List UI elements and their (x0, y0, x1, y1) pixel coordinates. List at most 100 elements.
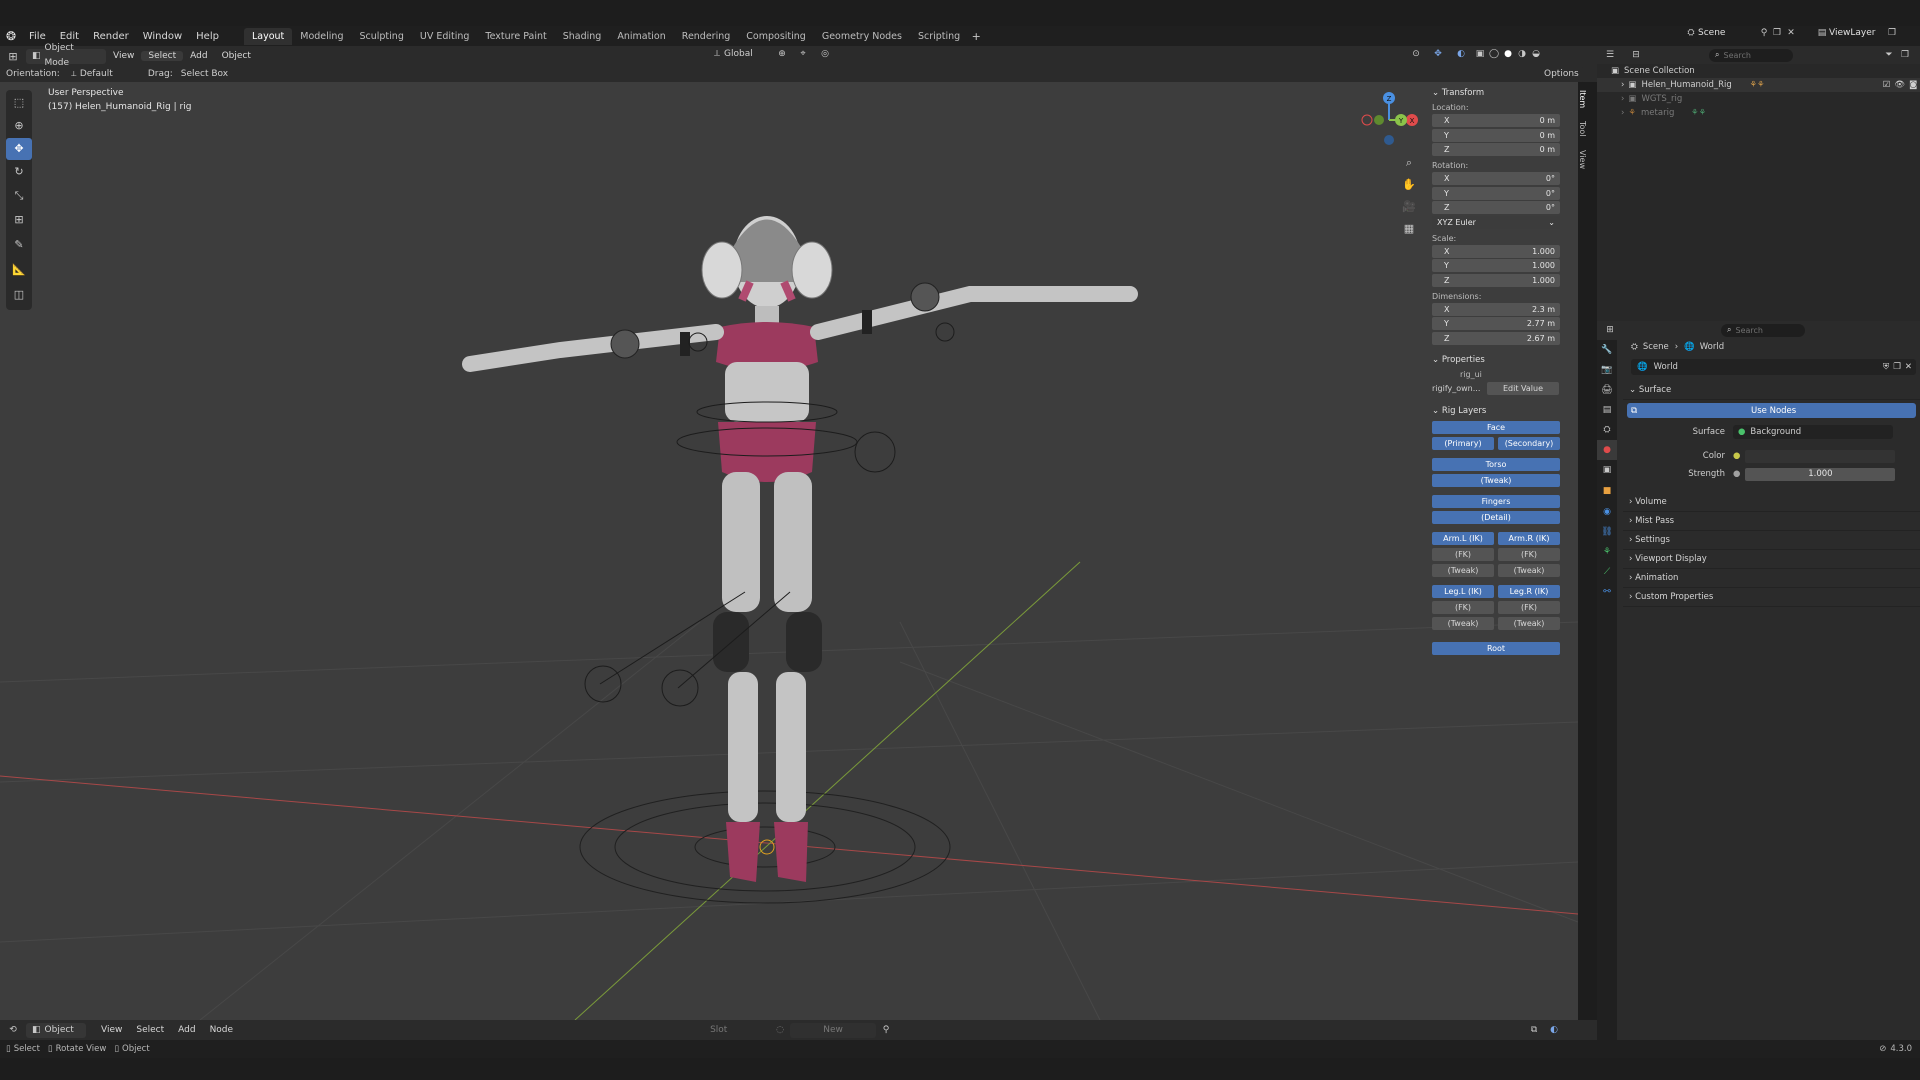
outliner-row-helen-rig[interactable]: › ▣ Helen_Humanoid_Rig ⚘⚘ ☑ 👁 ◙ (1597, 78, 1920, 92)
add-cube-tool-icon[interactable]: ◫ (6, 282, 32, 308)
output-tab-icon[interactable]: 🖨 (1597, 380, 1617, 400)
tool-tab-icon[interactable]: 🔧 (1597, 340, 1617, 360)
blender-logo-icon[interactable]: ❂ (0, 29, 22, 43)
collection-tab-icon[interactable]: ▣ (1597, 460, 1617, 480)
overlay-icon[interactable]: ◐ (1544, 1025, 1564, 1035)
color-swatch[interactable] (1745, 449, 1896, 463)
viewport-menu-object[interactable]: Object (215, 51, 258, 61)
object-tab-icon[interactable]: ■ (1597, 480, 1617, 502)
render-tab-icon[interactable]: 📷 (1597, 360, 1617, 380)
bottom-menu-select[interactable]: Select (129, 1025, 171, 1035)
bone-constraints-tab-icon[interactable]: ⚯ (1597, 582, 1617, 602)
face-layer-button[interactable]: Face (1432, 420, 1560, 434)
scale-tool-icon[interactable]: ⤡ (6, 184, 32, 208)
properties-search[interactable]: ⌕ Search (1721, 323, 1805, 337)
tab-item[interactable]: Item (1578, 84, 1587, 114)
rotation-y-field[interactable]: Y 0° (1432, 186, 1560, 200)
cursor-tool-icon[interactable]: ⊕ (6, 114, 32, 138)
rotation-mode-dropdown[interactable]: XYZ Euler ⌄ (1432, 215, 1560, 229)
armature-data-tab-icon[interactable]: ⚘ (1597, 542, 1617, 562)
tab-scripting[interactable]: Scripting (910, 28, 968, 45)
surface-shader-field[interactable]: ● Background (1733, 425, 1893, 439)
menu-help[interactable]: Help (189, 31, 226, 42)
filter-icon[interactable]: ⏷ (1881, 50, 1897, 60)
proportional-edit-icon[interactable]: ◎ (814, 49, 836, 59)
torso-tweak-button[interactable]: (Tweak) (1432, 473, 1560, 487)
arm-r-tweak-button[interactable]: (Tweak) (1498, 563, 1560, 577)
viewport-menu-view[interactable]: View (106, 51, 141, 61)
torso-layer-button[interactable]: Torso (1432, 457, 1560, 471)
menu-window[interactable]: Window (136, 31, 189, 42)
gizmo-toggle-icon[interactable]: ✥ (1427, 49, 1449, 59)
arm-l-fk-button[interactable]: (FK) (1432, 547, 1494, 561)
measure-tool-icon[interactable]: 📐 (6, 258, 32, 282)
tab-geometry-nodes[interactable]: Geometry Nodes (814, 28, 910, 45)
leg-l-tweak-button[interactable]: (Tweak) (1432, 616, 1494, 630)
rendered-shading-icon[interactable]: ◒ (1529, 49, 1543, 59)
eye-icon[interactable]: 👁 (1894, 80, 1905, 90)
rotation-z-field[interactable]: Z 0° (1432, 201, 1560, 214)
pan-hand-icon[interactable]: ✋ (1398, 174, 1420, 196)
visibility-icon[interactable]: ⊙ (1405, 49, 1427, 59)
properties-panel-header[interactable]: ⌄ Properties (1432, 353, 1572, 368)
bottom-menu-add[interactable]: Add (171, 1025, 202, 1035)
editor-type-icon[interactable]: ⊞ (0, 50, 26, 63)
move-tool-icon[interactable]: ✥ (6, 138, 32, 160)
camera-view-icon[interactable]: 🎥 (1398, 196, 1420, 218)
tab-sculpting[interactable]: Sculpting (351, 28, 411, 45)
viewport-menu-add[interactable]: Add (183, 51, 214, 61)
scene-tab-icon[interactable]: ⛭ (1597, 420, 1617, 440)
shader-type-dropdown[interactable]: ◧ Object (26, 1022, 86, 1038)
xray-icon[interactable]: ▣ (1473, 49, 1487, 59)
leg-r-fk-button[interactable]: (FK) (1498, 600, 1560, 614)
menu-file[interactable]: File (22, 31, 53, 42)
face-primary-button[interactable]: (Primary) (1432, 436, 1494, 450)
mode-dropdown[interactable]: ◧ Object Mode (26, 43, 106, 68)
annotate-tool-icon[interactable]: ✎ (6, 232, 32, 258)
viewport-menu-select[interactable]: Select (141, 51, 184, 61)
outliner-row-wgts-rig[interactable]: › ▣ WGTS_rig (1597, 92, 1920, 106)
tab-rendering[interactable]: Rendering (674, 28, 739, 45)
face-secondary-button[interactable]: (Secondary) (1498, 436, 1560, 450)
display-mode-icon[interactable]: ⊟ (1623, 50, 1649, 60)
drag-dropdown[interactable]: Select Box (181, 69, 241, 79)
fake-user-icon[interactable]: ⛨ (1883, 362, 1889, 372)
new-collection-icon[interactable]: ❐ (1897, 50, 1913, 60)
new-scene-icon[interactable]: ❐ (1770, 28, 1784, 38)
wireframe-shading-icon[interactable]: ◯ (1487, 49, 1501, 59)
scale-z-field[interactable]: Z 1.000 (1432, 273, 1560, 287)
outliner-search[interactable]: ⌕ Search (1709, 48, 1793, 62)
delete-scene-icon[interactable]: ✕ (1784, 28, 1798, 38)
dimensions-x-field[interactable]: X 2.3 m (1432, 302, 1560, 316)
leg-r-tweak-button[interactable]: (Tweak) (1498, 616, 1560, 630)
fingers-detail-button[interactable]: (Detail) (1432, 510, 1560, 524)
breadcrumb-scene[interactable]: Scene (1643, 342, 1669, 352)
settings-section-header[interactable]: › Settings (1623, 531, 1920, 550)
dimensions-y-field[interactable]: Y 2.77 m (1432, 317, 1560, 330)
edit-value-button[interactable]: Edit Value (1487, 381, 1559, 395)
pin-icon[interactable]: ⚲ (1758, 28, 1770, 38)
zoom-icon[interactable]: ⌕ (1398, 152, 1420, 174)
snap-toggle-icon[interactable]: ⧉ (1524, 1025, 1544, 1035)
scale-x-field[interactable]: X 1.000 (1432, 244, 1560, 258)
leg-r-ik-button[interactable]: Leg.R (IK) (1498, 584, 1560, 598)
viewlayer-selector[interactable]: ▤ ViewLayer ❐ (1815, 28, 1899, 38)
3d-viewport[interactable]: User Perspective (157) Helen_Humanoid_Ri… (0, 82, 1578, 1020)
bottom-menu-node[interactable]: Node (203, 1025, 241, 1035)
duplicate-icon[interactable]: ❐ (1893, 362, 1901, 372)
tab-modeling[interactable]: Modeling (292, 28, 351, 45)
tab-animation[interactable]: Animation (609, 28, 673, 45)
checkbox-icon[interactable]: ☑ (1883, 80, 1891, 90)
navigation-gizmo[interactable]: Z Y X (1355, 88, 1425, 150)
view-layer-tab-icon[interactable]: ▤ (1597, 400, 1617, 420)
pivot-icon[interactable]: ⊕ (772, 49, 792, 59)
tab-compositing[interactable]: Compositing (738, 28, 814, 45)
bottom-menu-view[interactable]: View (94, 1025, 129, 1035)
editor-type-icon[interactable]: ⟲ (0, 1025, 26, 1035)
custom-properties-section-header[interactable]: › Custom Properties (1623, 588, 1920, 607)
physics-tab-icon[interactable]: ◉ (1597, 502, 1617, 522)
select-box-tool-icon[interactable]: ⬚ (6, 92, 32, 114)
transform-tool-icon[interactable]: ⊞ (6, 208, 32, 232)
overlay-toggle-icon[interactable]: ◐ (1449, 49, 1473, 59)
tab-layout[interactable]: Layout (243, 27, 293, 45)
